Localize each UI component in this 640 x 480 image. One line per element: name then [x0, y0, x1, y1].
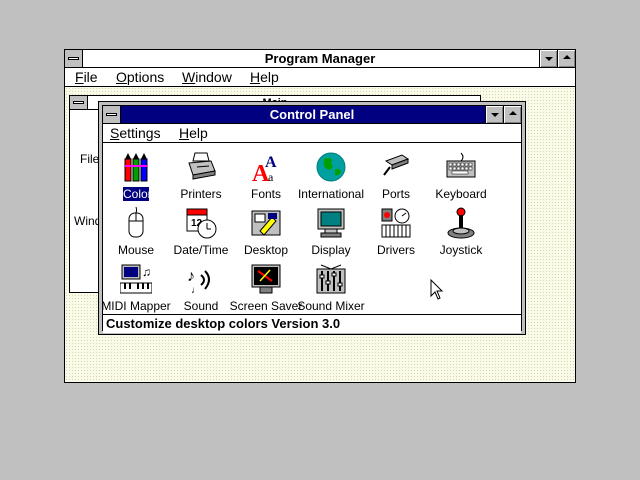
- cp-item-color-label: Color: [123, 187, 152, 201]
- control-panel-client: Color Printers A A a Fonts International…: [101, 143, 521, 315]
- cp-item-sound-mixer[interactable]: Sound Mixer: [296, 263, 366, 315]
- menu-settings-mnemonic: S: [110, 125, 120, 141]
- menu-file[interactable]: File: [75, 68, 98, 86]
- control-panel-statusbar: Customize desktop colors Version 3.0: [103, 314, 521, 333]
- control-panel-titlebar[interactable]: Control Panel: [103, 106, 521, 124]
- main-item-file-label: File: [80, 152, 100, 166]
- window-title: Program Manager: [264, 51, 376, 66]
- cp-item-joystick[interactable]: Joystick: [426, 207, 496, 259]
- globe-icon: [316, 152, 346, 182]
- menu-window-label: indow: [195, 69, 232, 85]
- minimize-icon: [545, 57, 553, 61]
- control-panel-window: Control Panel Settings Help Color Printe…: [98, 101, 526, 335]
- svg-text:A: A: [265, 154, 277, 171]
- mouse-icon: [128, 207, 144, 238]
- calendar-clock-icon: 12: [186, 208, 217, 239]
- menu-help[interactable]: Help: [250, 68, 279, 86]
- menu-file-label: ile: [83, 69, 98, 85]
- midi-mapper-icon: ♫: [120, 264, 152, 294]
- menu-help-label: elp: [189, 125, 208, 141]
- program-manager-titlebar[interactable]: Program Manager: [65, 50, 575, 68]
- control-panel-menubar: Settings Help: [103, 124, 521, 143]
- joystick-icon: [447, 207, 475, 239]
- svg-text:a: a: [268, 170, 274, 183]
- menu-options-label: ptions: [126, 69, 165, 85]
- maximize-icon: [563, 55, 571, 59]
- maximize-button[interactable]: [557, 50, 575, 67]
- program-manager-menubar: File Options Window Help: [65, 68, 575, 87]
- monitor-icon: [317, 208, 345, 238]
- menu-help-mnemonic: H: [179, 125, 190, 141]
- cp-item-keyboard-label: Keyboard: [435, 187, 487, 201]
- desktop-icon: [251, 210, 281, 236]
- menu-file-mnemonic: F: [75, 69, 84, 85]
- menu-help[interactable]: Help: [179, 124, 208, 142]
- menu-window[interactable]: Window: [182, 68, 232, 86]
- minimize-button[interactable]: [539, 50, 557, 67]
- menu-settings-label: ettings: [119, 125, 161, 141]
- control-panel-minimize-button[interactable]: [485, 106, 503, 123]
- fonts-icon: A A a: [252, 154, 277, 183]
- menu-help-mnemonic: H: [250, 69, 261, 85]
- screen-saver-icon: [251, 264, 281, 294]
- menu-options-mnemonic: O: [116, 69, 127, 85]
- minimize-icon: [491, 113, 499, 117]
- menu-window-mnemonic: W: [182, 69, 196, 85]
- menu-options[interactable]: Options: [116, 68, 164, 86]
- svg-text:♩: ♩: [191, 285, 201, 295]
- maximize-icon: [509, 111, 517, 115]
- keyboard-icon: [446, 152, 476, 178]
- color-crayons-icon: [124, 153, 148, 182]
- control-panel-maximize-button[interactable]: [503, 106, 521, 123]
- menu-settings[interactable]: Settings: [110, 124, 161, 142]
- printer-icon: [188, 152, 216, 180]
- cp-item-sound-mixer-label: Sound Mixer: [297, 299, 365, 313]
- menu-help-label: elp: [260, 69, 279, 85]
- svg-text:♫: ♫: [142, 265, 151, 279]
- control-panel-title: Control Panel: [269, 107, 355, 122]
- drivers-icon: [381, 208, 411, 238]
- ports-plug-icon: [383, 154, 410, 176]
- svg-text:♪: ♪: [187, 268, 195, 285]
- sound-icon: ♪ ♩: [187, 268, 210, 295]
- mouse-pointer-icon: [430, 279, 444, 300]
- cp-item-joystick-label: Joystick: [439, 243, 483, 257]
- cp-item-keyboard[interactable]: Keyboard: [426, 151, 496, 203]
- sound-mixer-icon: [316, 264, 346, 294]
